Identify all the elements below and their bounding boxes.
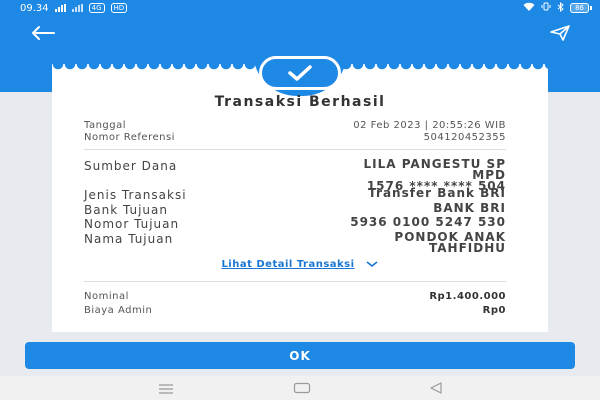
detail-link-label[interactable]: Lihat Detail Transaksi <box>221 259 354 270</box>
chevron-down-icon[interactable] <box>359 259 379 270</box>
summary-value: Rp1.400.000 <box>429 291 506 302</box>
meta-value: 504120452355 <box>423 132 506 143</box>
value-line: BANK BRI <box>433 201 506 215</box>
bluetooth-icon <box>557 1 564 15</box>
receipt-title: Transaksi Berhasil <box>214 94 386 110</box>
receipt-card: Transaksi Berhasil Tanggal 02 Feb 2023 |… <box>52 52 548 332</box>
detail-value: PONDOK ANAK TAHFIDHU <box>394 231 506 255</box>
status-right: 86 <box>523 1 592 15</box>
detail-row-type: Jenis Transaksi Transfer Bank BRI <box>84 186 506 202</box>
meta-row-date: Tanggal 02 Feb 2023 | 20:55:26 WIB <box>84 120 506 131</box>
home-icon[interactable] <box>293 379 311 398</box>
summary-label: Nominal <box>84 291 129 302</box>
system-nav-bar <box>0 376 600 400</box>
meta-row-reference: Nomor Referensi 504120452355 <box>84 132 506 143</box>
divider <box>84 149 506 150</box>
hd-badge: HD <box>110 3 128 13</box>
menu-icon[interactable] <box>157 379 175 398</box>
meta-label: Tanggal <box>84 120 127 131</box>
signal-icon <box>54 4 66 12</box>
back-icon[interactable] <box>429 379 443 398</box>
detail-row-account: Nomor Tujuan 5936 0100 5247 530 <box>84 215 506 231</box>
detail-label: Nama Tujuan <box>84 232 174 246</box>
detail-row-recipient: Nama Tujuan PONDOK ANAK TAHFIDHU <box>84 231 506 255</box>
detail-link[interactable]: Lihat Detail Transaksi <box>52 259 548 270</box>
summary-label: Biaya Admin <box>84 305 153 316</box>
summary-row-nominal: Nominal Rp1.400.000 <box>84 291 506 302</box>
network-badge: 4G <box>88 3 105 13</box>
meta-label: Nomor Referensi <box>84 132 175 143</box>
status-bar: 09.34 4G HD 86 <box>0 0 600 16</box>
detail-label: Bank Tujuan <box>84 203 168 217</box>
status-left: 09.34 4G HD <box>20 2 128 14</box>
app-bar <box>0 16 600 52</box>
value-line: 5936 0100 5247 530 <box>350 215 506 229</box>
battery-icon: 86 <box>570 3 592 13</box>
value-line: TAHFIDHU <box>429 241 506 255</box>
detail-value: 5936 0100 5247 530 <box>350 215 506 231</box>
meta-value: 02 Feb 2023 | 20:55:26 WIB <box>353 120 506 131</box>
wifi-icon <box>523 2 535 14</box>
detail-label: Nomor Tujuan <box>84 217 180 231</box>
summary-row-admin-fee: Biaya Admin Rp0 <box>84 305 506 316</box>
status-time: 09.34 <box>20 2 49 14</box>
send-icon[interactable] <box>536 20 570 46</box>
ok-button[interactable]: OK <box>25 342 575 369</box>
vibrate-icon <box>541 2 551 14</box>
check-icon <box>259 56 341 90</box>
detail-label: Jenis Transaksi <box>84 188 187 202</box>
value-line: Transfer Bank BRI <box>368 186 506 200</box>
arrow-left-icon[interactable] <box>30 20 64 46</box>
detail-value: Transfer Bank BRI <box>368 186 506 202</box>
summary-value: Rp0 <box>482 305 506 316</box>
divider <box>84 281 506 282</box>
battery-level: 86 <box>570 3 589 13</box>
signal-2-icon <box>71 4 83 12</box>
